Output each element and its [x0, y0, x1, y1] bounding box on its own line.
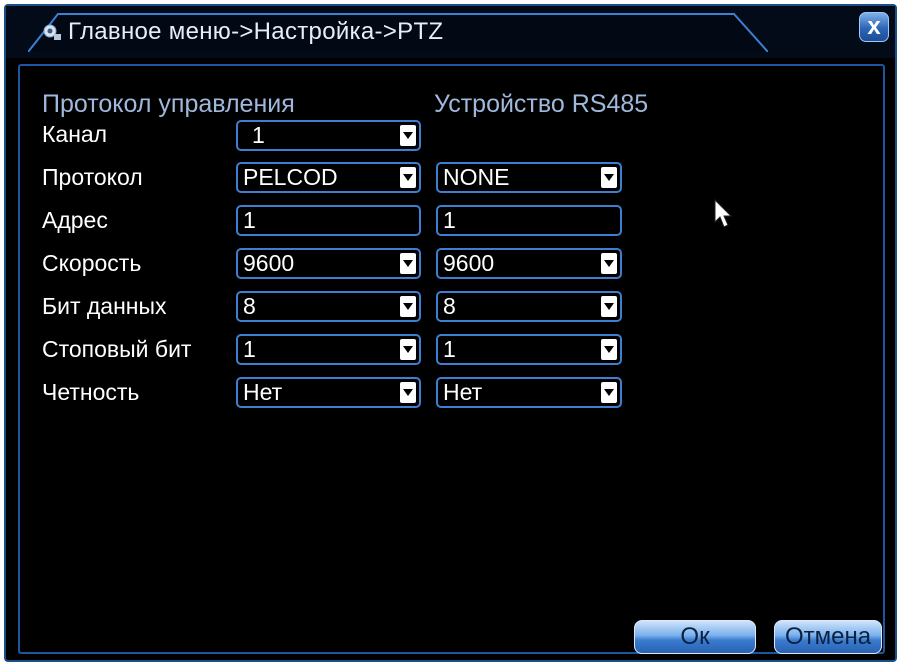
data-bits-label: Бит данных — [42, 293, 167, 319]
rs485-stop-bit-value: 1 — [443, 336, 456, 362]
chevron-down-icon[interactable] — [400, 167, 416, 188]
parity-label: Четность — [42, 379, 140, 405]
stop-bit-label: Стоповый бит — [42, 336, 192, 362]
rs485-protocol-select[interactable]: NONE — [436, 162, 622, 193]
close-button[interactable]: x — [859, 12, 889, 42]
ptz-settings-window: Главное меню->Настройка->PTZ x Протокол … — [4, 4, 897, 662]
chevron-down-icon[interactable] — [601, 253, 617, 274]
address-label: Адрес — [42, 207, 108, 233]
ok-button[interactable]: Ок — [634, 620, 756, 654]
rs485-data-bits-value: 8 — [443, 293, 456, 319]
title-group: Главное меню->Настройка->PTZ — [42, 14, 443, 50]
rs485-parity-value: Нет — [443, 379, 483, 405]
rs485-data-bits-select[interactable]: 8 — [436, 291, 622, 322]
address-input[interactable]: 1 — [236, 205, 421, 236]
chevron-down-icon[interactable] — [601, 339, 617, 360]
protocol-select[interactable]: PELCOD — [236, 162, 421, 193]
parity-value: Нет — [243, 379, 283, 405]
cancel-button[interactable]: Отмена — [774, 620, 882, 654]
speed-value: 9600 — [243, 250, 295, 276]
chevron-down-icon[interactable] — [601, 296, 617, 317]
rs485-address-value: 1 — [443, 207, 456, 233]
address-value: 1 — [243, 207, 256, 233]
chevron-down-icon[interactable] — [400, 339, 416, 360]
rs485-address-input[interactable]: 1 — [436, 205, 622, 236]
mouse-cursor-icon — [714, 198, 733, 228]
protocol-label: Протокол — [42, 164, 143, 190]
camera-icon — [42, 23, 62, 41]
stop-bit-value: 1 — [243, 336, 256, 362]
title-bar: Главное меню->Настройка->PTZ x — [6, 6, 895, 58]
chevron-down-icon[interactable] — [601, 167, 617, 188]
settings-panel: Протокол управления Устройство RS485 Кан… — [18, 64, 885, 654]
channel-value: 1 — [252, 122, 265, 148]
stop-bit-select[interactable]: 1 — [236, 334, 421, 365]
rs485-parity-select[interactable]: Нет — [436, 377, 622, 408]
data-bits-value: 8 — [243, 293, 256, 319]
speed-select[interactable]: 9600 — [236, 248, 421, 279]
column-header-rs485-device: Устройство RS485 — [434, 90, 649, 118]
speed-label: Скорость — [42, 250, 142, 276]
rs485-speed-select[interactable]: 9600 — [436, 248, 622, 279]
chevron-down-icon[interactable] — [400, 382, 416, 403]
chevron-down-icon[interactable] — [400, 125, 416, 146]
parity-select[interactable]: Нет — [236, 377, 421, 408]
protocol-value: PELCOD — [243, 164, 338, 190]
column-header-control-protocol: Протокол управления — [42, 90, 295, 118]
channel-select[interactable]: 1 — [236, 120, 421, 151]
rs485-speed-value: 9600 — [443, 250, 495, 276]
window-title: Главное меню->Настройка->PTZ — [68, 18, 444, 45]
rs485-stop-bit-select[interactable]: 1 — [436, 334, 622, 365]
chevron-down-icon[interactable] — [400, 253, 416, 274]
data-bits-select[interactable]: 8 — [236, 291, 421, 322]
channel-label: Канал — [42, 121, 108, 147]
chevron-down-icon[interactable] — [400, 296, 416, 317]
close-icon: x — [867, 13, 881, 40]
rs485-protocol-value: NONE — [443, 164, 510, 190]
chevron-down-icon[interactable] — [601, 382, 617, 403]
